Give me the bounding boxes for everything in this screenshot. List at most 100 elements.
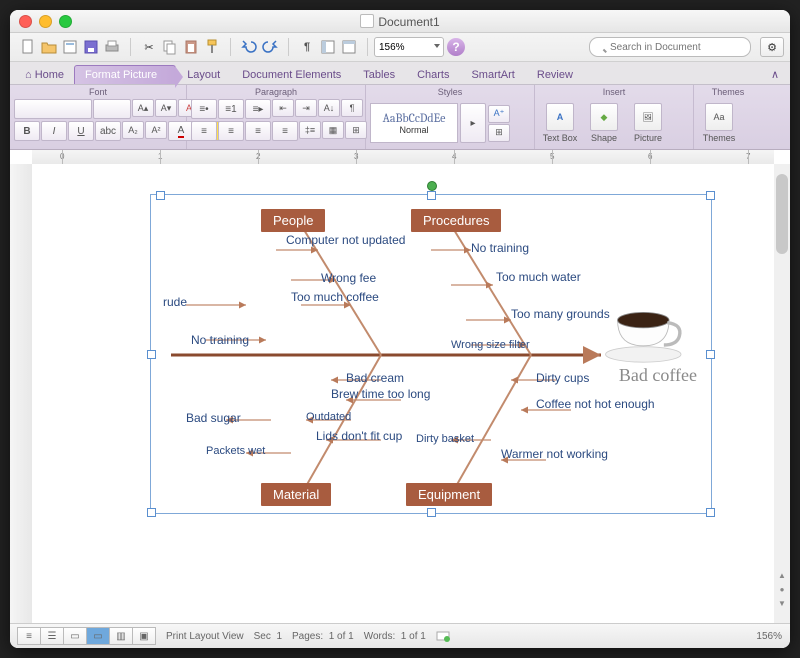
align-center-button[interactable]: ≡	[218, 121, 244, 141]
change-styles-button[interactable]: A⁺	[488, 105, 510, 123]
tab-layout[interactable]: Layout	[176, 65, 231, 84]
toggle-formatting-button[interactable]: ¶	[297, 37, 317, 57]
rotate-handle[interactable]	[427, 181, 437, 191]
scrollbar-thumb[interactable]	[776, 174, 788, 254]
cause-text: Wrong fee	[321, 271, 376, 285]
category-material: Material	[261, 483, 331, 506]
tab-document-elements[interactable]: Document Elements	[231, 65, 352, 84]
shading-button[interactable]: ▦	[322, 121, 344, 139]
settings-gear-button[interactable]: ⚙	[760, 37, 784, 57]
cut-button[interactable]: ✂︎	[139, 37, 159, 57]
document-title: Document1	[10, 14, 790, 29]
view-outline-button[interactable]: ☰	[40, 627, 64, 645]
styles-pane-button[interactable]: ⊞	[488, 124, 510, 142]
style-normal-button[interactable]: AaBbCcDdEe Normal	[370, 103, 458, 143]
spell-check-indicator[interactable]	[436, 628, 450, 645]
italic-button[interactable]: I	[41, 121, 67, 141]
cause-text: Brew time too long	[331, 387, 430, 401]
zoom-input[interactable]	[374, 37, 444, 57]
subscript-button[interactable]: A₂	[122, 121, 144, 139]
copy-button[interactable]	[160, 37, 180, 57]
themes-button[interactable]: AaThemes	[698, 99, 740, 147]
font-size-dropdown[interactable]	[93, 99, 131, 119]
zoom-level-label[interactable]: 156%	[756, 631, 782, 642]
bold-button[interactable]: B	[14, 121, 40, 141]
style-preview-text: AaBbCcDdEe	[383, 111, 446, 125]
tab-review[interactable]: Review	[526, 65, 584, 84]
styles-expand-button[interactable]: ▸	[460, 103, 486, 143]
view-notebook-button[interactable]: ▥	[109, 627, 133, 645]
next-page-button[interactable]: ▼	[774, 596, 790, 610]
cause-text: Too much water	[496, 270, 581, 284]
new-from-template-button[interactable]	[60, 37, 80, 57]
view-draft-button[interactable]: ≡	[17, 627, 41, 645]
align-right-button[interactable]: ≡	[245, 121, 271, 141]
undo-button[interactable]	[239, 37, 259, 57]
align-left-button[interactable]: ≡	[191, 121, 217, 141]
group-label-font: Font	[14, 87, 182, 97]
indent-decrease-button[interactable]: ⇤	[272, 99, 294, 117]
ribbon-collapse-button[interactable]: ∧	[764, 64, 786, 84]
bullets-button[interactable]: ≡•	[191, 99, 217, 119]
cause-text: Warmer not working	[501, 447, 608, 461]
line-spacing-button[interactable]: ‡≡	[299, 121, 321, 139]
new-doc-button[interactable]	[18, 37, 38, 57]
vertical-ruler[interactable]	[10, 164, 33, 624]
cause-text: Computer not updated	[286, 233, 405, 247]
search-wrap	[589, 37, 751, 57]
redo-button[interactable]	[260, 37, 280, 57]
tab-smartart[interactable]: SmartArt	[460, 65, 525, 84]
gallery-toggle-button[interactable]	[339, 37, 359, 57]
zoom-dropdown[interactable]	[374, 37, 444, 57]
tab-home[interactable]: Home	[14, 65, 75, 84]
view-print-layout-button[interactable]: ▭	[86, 627, 110, 645]
tab-charts[interactable]: Charts	[406, 65, 460, 84]
group-label-insert: Insert	[539, 87, 689, 97]
font-family-dropdown[interactable]	[14, 99, 92, 119]
multilevel-button[interactable]: ≡▸	[245, 99, 271, 119]
cause-text: Coffee not hot enough	[536, 397, 655, 411]
gear-icon: ⚙	[767, 41, 777, 54]
prev-page-button[interactable]: ▲	[774, 568, 790, 582]
superscript-button[interactable]: A²	[145, 121, 167, 139]
pages-label[interactable]: Pages: 1 of 1	[292, 631, 354, 642]
category-procedures: Procedures	[411, 209, 501, 232]
scissors-icon: ✂︎	[144, 41, 153, 54]
browse-object-button[interactable]: ●	[774, 582, 790, 596]
paste-button[interactable]	[181, 37, 201, 57]
sort-button[interactable]: A↓	[318, 99, 340, 117]
view-focus-button[interactable]: ▣	[132, 627, 156, 645]
picture-selection[interactable]: People Procedures Material Equipment Com…	[150, 194, 712, 514]
print-button[interactable]	[102, 37, 122, 57]
insert-picture-button[interactable]: 🖼Picture	[627, 99, 669, 147]
search-input[interactable]	[589, 37, 751, 57]
shrink-font-button[interactable]: A▾	[155, 99, 177, 117]
help-button[interactable]: ?	[447, 38, 465, 56]
justify-button[interactable]: ≡	[272, 121, 298, 141]
indent-increase-button[interactable]: ⇥	[295, 99, 317, 117]
borders-button[interactable]: ⊞	[345, 121, 367, 139]
vertical-scrollbar[interactable]: ▲ ● ▼	[773, 164, 790, 624]
tab-tables[interactable]: Tables	[352, 65, 406, 84]
insert-shape-button[interactable]: ◆Shape	[583, 99, 625, 147]
underline-button[interactable]: U	[68, 121, 94, 141]
cause-text: No training	[471, 241, 529, 255]
themes-icon: Aa	[713, 112, 724, 122]
format-painter-button[interactable]	[202, 37, 222, 57]
save-button[interactable]	[81, 37, 101, 57]
group-label-paragraph: Paragraph	[191, 87, 361, 97]
open-button[interactable]	[39, 37, 59, 57]
strikethrough-button[interactable]: abc	[95, 121, 121, 141]
view-publishing-button[interactable]: ▭	[63, 627, 87, 645]
insert-textbox-button[interactable]: AText Box	[539, 99, 581, 147]
document-canvas[interactable]: People Procedures Material Equipment Com…	[32, 164, 774, 624]
sidebar-toggle-button[interactable]	[318, 37, 338, 57]
words-label[interactable]: Words: 1 of 1	[364, 631, 426, 642]
cause-text: Too many grounds	[511, 307, 610, 321]
tab-format-picture[interactable]: Format Picture	[74, 65, 176, 84]
textbox-icon: A	[557, 112, 564, 122]
grow-font-button[interactable]: A▴	[132, 99, 154, 117]
show-marks-button[interactable]: ¶	[341, 99, 363, 117]
numbering-button[interactable]: ≡1	[218, 99, 244, 119]
cause-text: Packets wet	[206, 445, 265, 457]
